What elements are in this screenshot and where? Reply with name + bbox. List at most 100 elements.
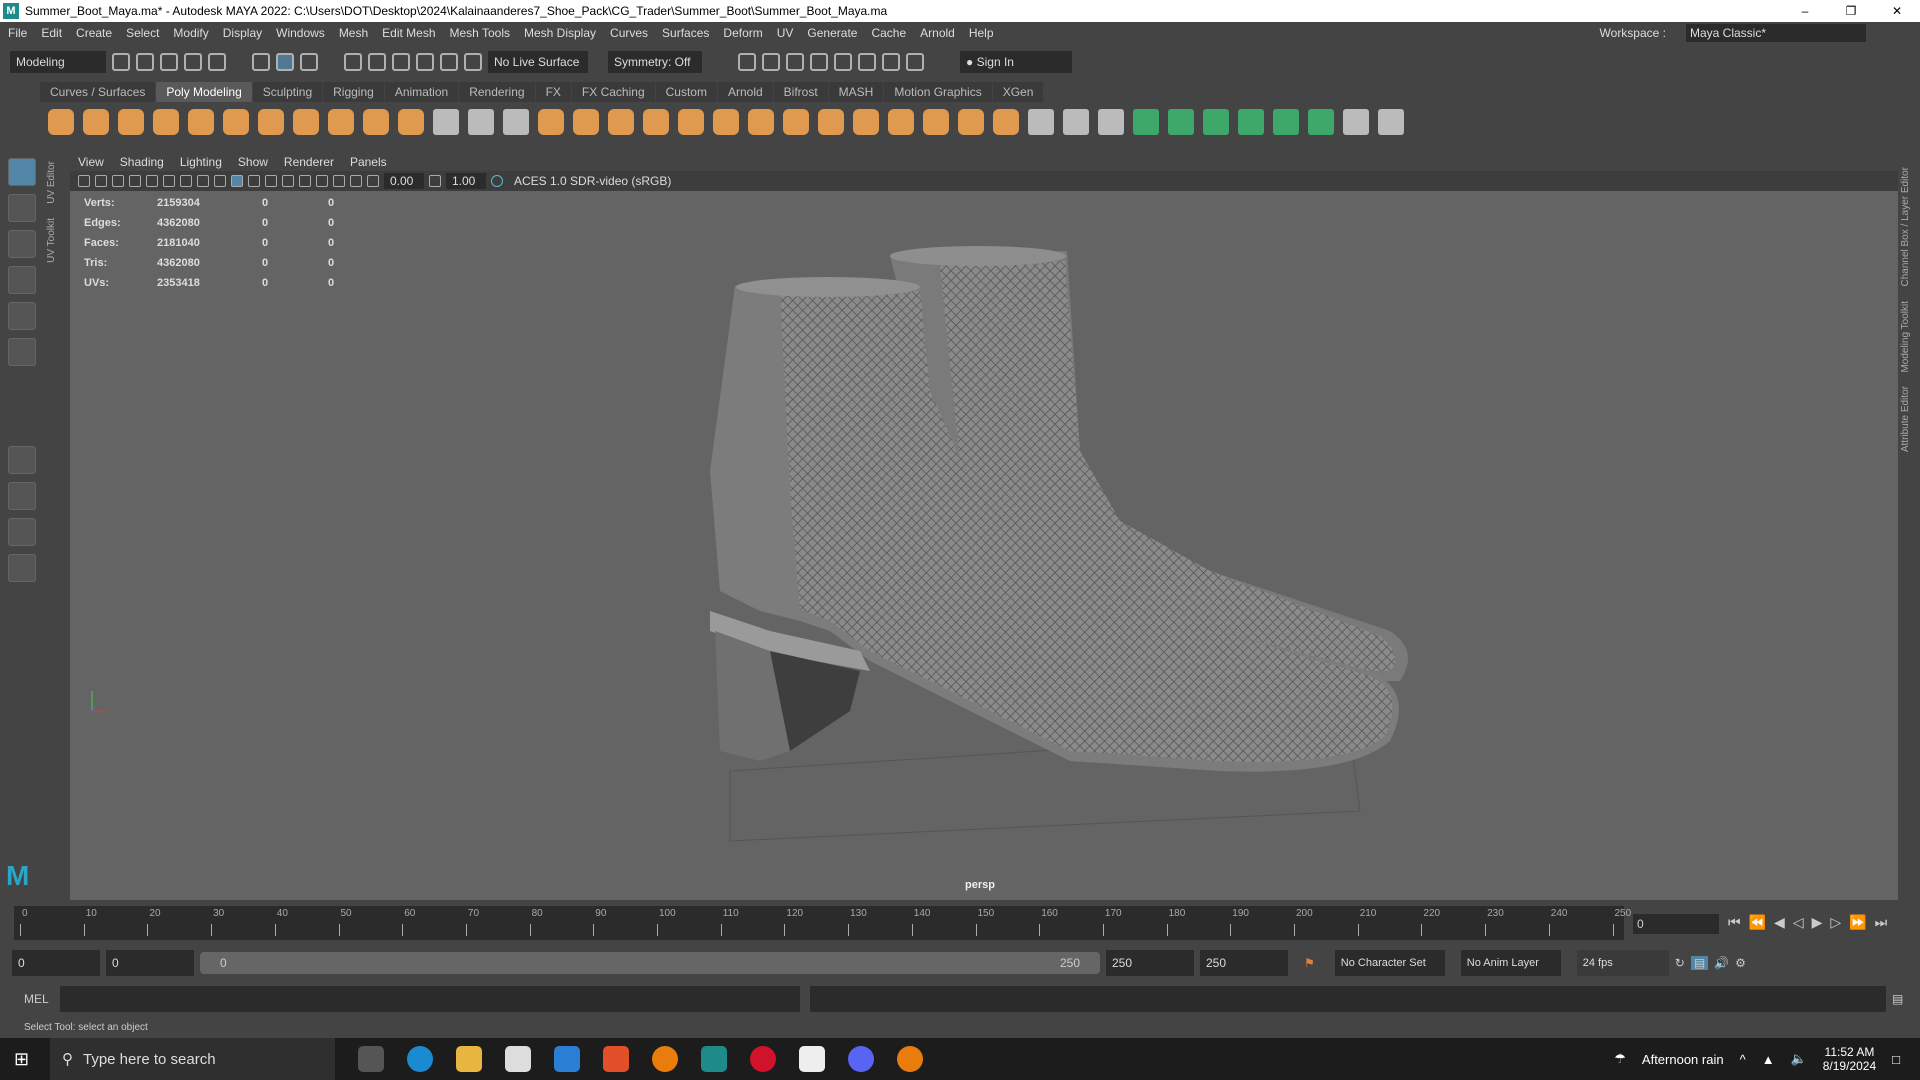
ipr-render-icon[interactable] <box>786 53 804 71</box>
menu-generate[interactable]: Generate <box>807 26 857 40</box>
select-tool-icon[interactable] <box>8 158 36 186</box>
snap-rotate-icon[interactable] <box>464 53 482 71</box>
menu-edit[interactable]: Edit <box>41 26 62 40</box>
lights-icon[interactable] <box>265 175 277 187</box>
menu-display[interactable]: Display <box>223 26 262 40</box>
smooth-shade-icon[interactable] <box>231 175 243 187</box>
poke-icon[interactable] <box>958 109 984 135</box>
bridge-icon[interactable] <box>818 109 844 135</box>
script-editor-icon[interactable]: ▤ <box>1892 992 1903 1006</box>
clock[interactable]: 11:52 AM 8/19/2024 <box>1823 1045 1876 1073</box>
poly-cone-icon[interactable] <box>153 109 179 135</box>
windows-start-icon[interactable]: ⊞ <box>14 1049 29 1070</box>
scene-end-field[interactable]: 250 <box>1200 950 1288 976</box>
retopologize-icon[interactable] <box>748 109 774 135</box>
wedge-icon[interactable] <box>993 109 1019 135</box>
menu-curves[interactable]: Curves <box>610 26 648 40</box>
mel-label[interactable]: MEL <box>24 992 54 1006</box>
shelf-tab-sculpting[interactable]: Sculpting <box>252 82 323 102</box>
remesh-icon[interactable] <box>713 109 739 135</box>
view-transform-select[interactable]: ACES 1.0 SDR-video (sRGB) <box>508 173 708 189</box>
playback-start-field[interactable]: 0 <box>106 950 194 976</box>
step-back-frame-icon[interactable]: ◀ <box>1774 914 1785 931</box>
bevel-icon[interactable] <box>853 109 879 135</box>
playback-end-field[interactable]: 250 <box>1106 950 1194 976</box>
panel-menu-renderer[interactable]: Renderer <box>284 155 334 169</box>
ambient-occlusion-icon[interactable] <box>299 175 311 187</box>
edge-icon[interactable] <box>407 1046 433 1072</box>
menu-select[interactable]: Select <box>126 26 159 40</box>
loop-icon[interactable]: ↻ <box>1675 956 1685 970</box>
character-set-select[interactable]: No Character Set <box>1334 950 1445 976</box>
shelf-tab-rigging[interactable]: Rigging <box>323 82 384 102</box>
combine-icon[interactable] <box>538 109 564 135</box>
workspace-select[interactable]: Maya Classic* <box>1686 24 1866 42</box>
go-to-start-icon[interactable]: ⏮ <box>1728 914 1741 931</box>
time-slider[interactable]: 0 10 20 30 40 50 60 70 80 90 100 110 120 130 140 150 160… <box>14 906 1631 940</box>
live-surface-field[interactable]: No Live Surface <box>488 51 588 73</box>
mode-select[interactable]: Modeling <box>10 51 106 73</box>
shelf-tab-motion-graphics[interactable]: Motion Graphics <box>884 82 992 102</box>
rotate-tool-icon[interactable] <box>8 302 36 330</box>
sew-uv-icon[interactable] <box>1343 109 1369 135</box>
poly-cube-icon[interactable] <box>83 109 109 135</box>
resolution-gate-icon[interactable] <box>180 175 192 187</box>
maya-taskbar-icon[interactable] <box>701 1046 727 1072</box>
brave-icon[interactable] <box>603 1046 629 1072</box>
panel-menu-view[interactable]: View <box>78 155 104 169</box>
shelf-tab-fx[interactable]: FX <box>535 82 571 102</box>
textured-icon[interactable] <box>248 175 260 187</box>
exposure-icon[interactable] <box>367 175 379 187</box>
duplicate-special-icon[interactable] <box>468 109 494 135</box>
menu-help[interactable]: Help <box>969 26 994 40</box>
panel-menu-panels[interactable]: Panels <box>350 155 387 169</box>
reduce-icon[interactable] <box>678 109 704 135</box>
menu-deform[interactable]: Deform <box>723 26 762 40</box>
file-explorer-icon[interactable] <box>456 1046 482 1072</box>
snap-grid-icon[interactable] <box>344 53 362 71</box>
hypershade-icon[interactable] <box>834 53 852 71</box>
anim-prefs-icon[interactable]: ⚙ <box>1735 956 1746 970</box>
four-view-layout-icon[interactable] <box>8 482 36 510</box>
uv-planar-icon[interactable] <box>1133 109 1159 135</box>
wireframe-icon[interactable] <box>214 175 226 187</box>
uv-toolkit-tab[interactable]: UV Toolkit <box>46 218 57 263</box>
shelf-tab-fx-caching[interactable]: FX Caching <box>571 82 655 102</box>
poly-plane-icon[interactable] <box>223 109 249 135</box>
play-forward-icon[interactable]: ▶ <box>1812 914 1823 931</box>
sign-in-button[interactable]: ● Sign In <box>960 51 1072 73</box>
platonic-solid-icon[interactable] <box>293 109 319 135</box>
shelf-tab-curves-surfaces[interactable]: Curves / Surfaces <box>40 82 156 102</box>
shelf-tab-arnold[interactable]: Arnold <box>717 82 773 102</box>
uv-cylindrical-icon[interactable] <box>1168 109 1194 135</box>
select-component-icon[interactable] <box>300 53 318 71</box>
svg-icon[interactable] <box>398 109 424 135</box>
menu-mesh[interactable]: Mesh <box>339 26 368 40</box>
attribute-editor-tab[interactable]: Attribute Editor <box>1900 386 1911 452</box>
shelf-tab-custom[interactable]: Custom <box>655 82 717 102</box>
select-object-icon[interactable] <box>276 53 294 71</box>
menu-arnold[interactable]: Arnold <box>920 26 955 40</box>
sound-icon[interactable]: 🔊 <box>1714 956 1729 970</box>
menu-file[interactable]: File <box>8 26 27 40</box>
move-tool-icon[interactable] <box>8 266 36 294</box>
taskbar-search[interactable]: ⚲ Type here to search <box>50 1038 335 1080</box>
undo-icon[interactable] <box>184 53 202 71</box>
uv-unfold-icon[interactable] <box>1273 109 1299 135</box>
multi-cut-icon[interactable] <box>1028 109 1054 135</box>
outliner-layout-icon[interactable] <box>8 554 36 582</box>
smooth-icon[interactable] <box>643 109 669 135</box>
panel-menu-show[interactable]: Show <box>238 155 268 169</box>
poly-cylinder-icon[interactable] <box>118 109 144 135</box>
mail-icon[interactable] <box>554 1046 580 1072</box>
uv-auto-icon[interactable] <box>1238 109 1264 135</box>
bookmark-icon[interactable] <box>112 175 124 187</box>
two-view-layout-icon[interactable] <box>8 518 36 546</box>
uv-layout-icon[interactable] <box>1308 109 1334 135</box>
shelf-tab-bifrost[interactable]: Bifrost <box>773 82 828 102</box>
color-management-icon[interactable] <box>491 175 503 187</box>
go-to-end-icon[interactable]: ⏭ <box>1875 914 1888 931</box>
weather-icon[interactable]: ☂ <box>1614 1051 1626 1067</box>
single-perspective-layout-icon[interactable] <box>8 446 36 474</box>
exposure-field[interactable]: 0.00 <box>384 173 424 189</box>
